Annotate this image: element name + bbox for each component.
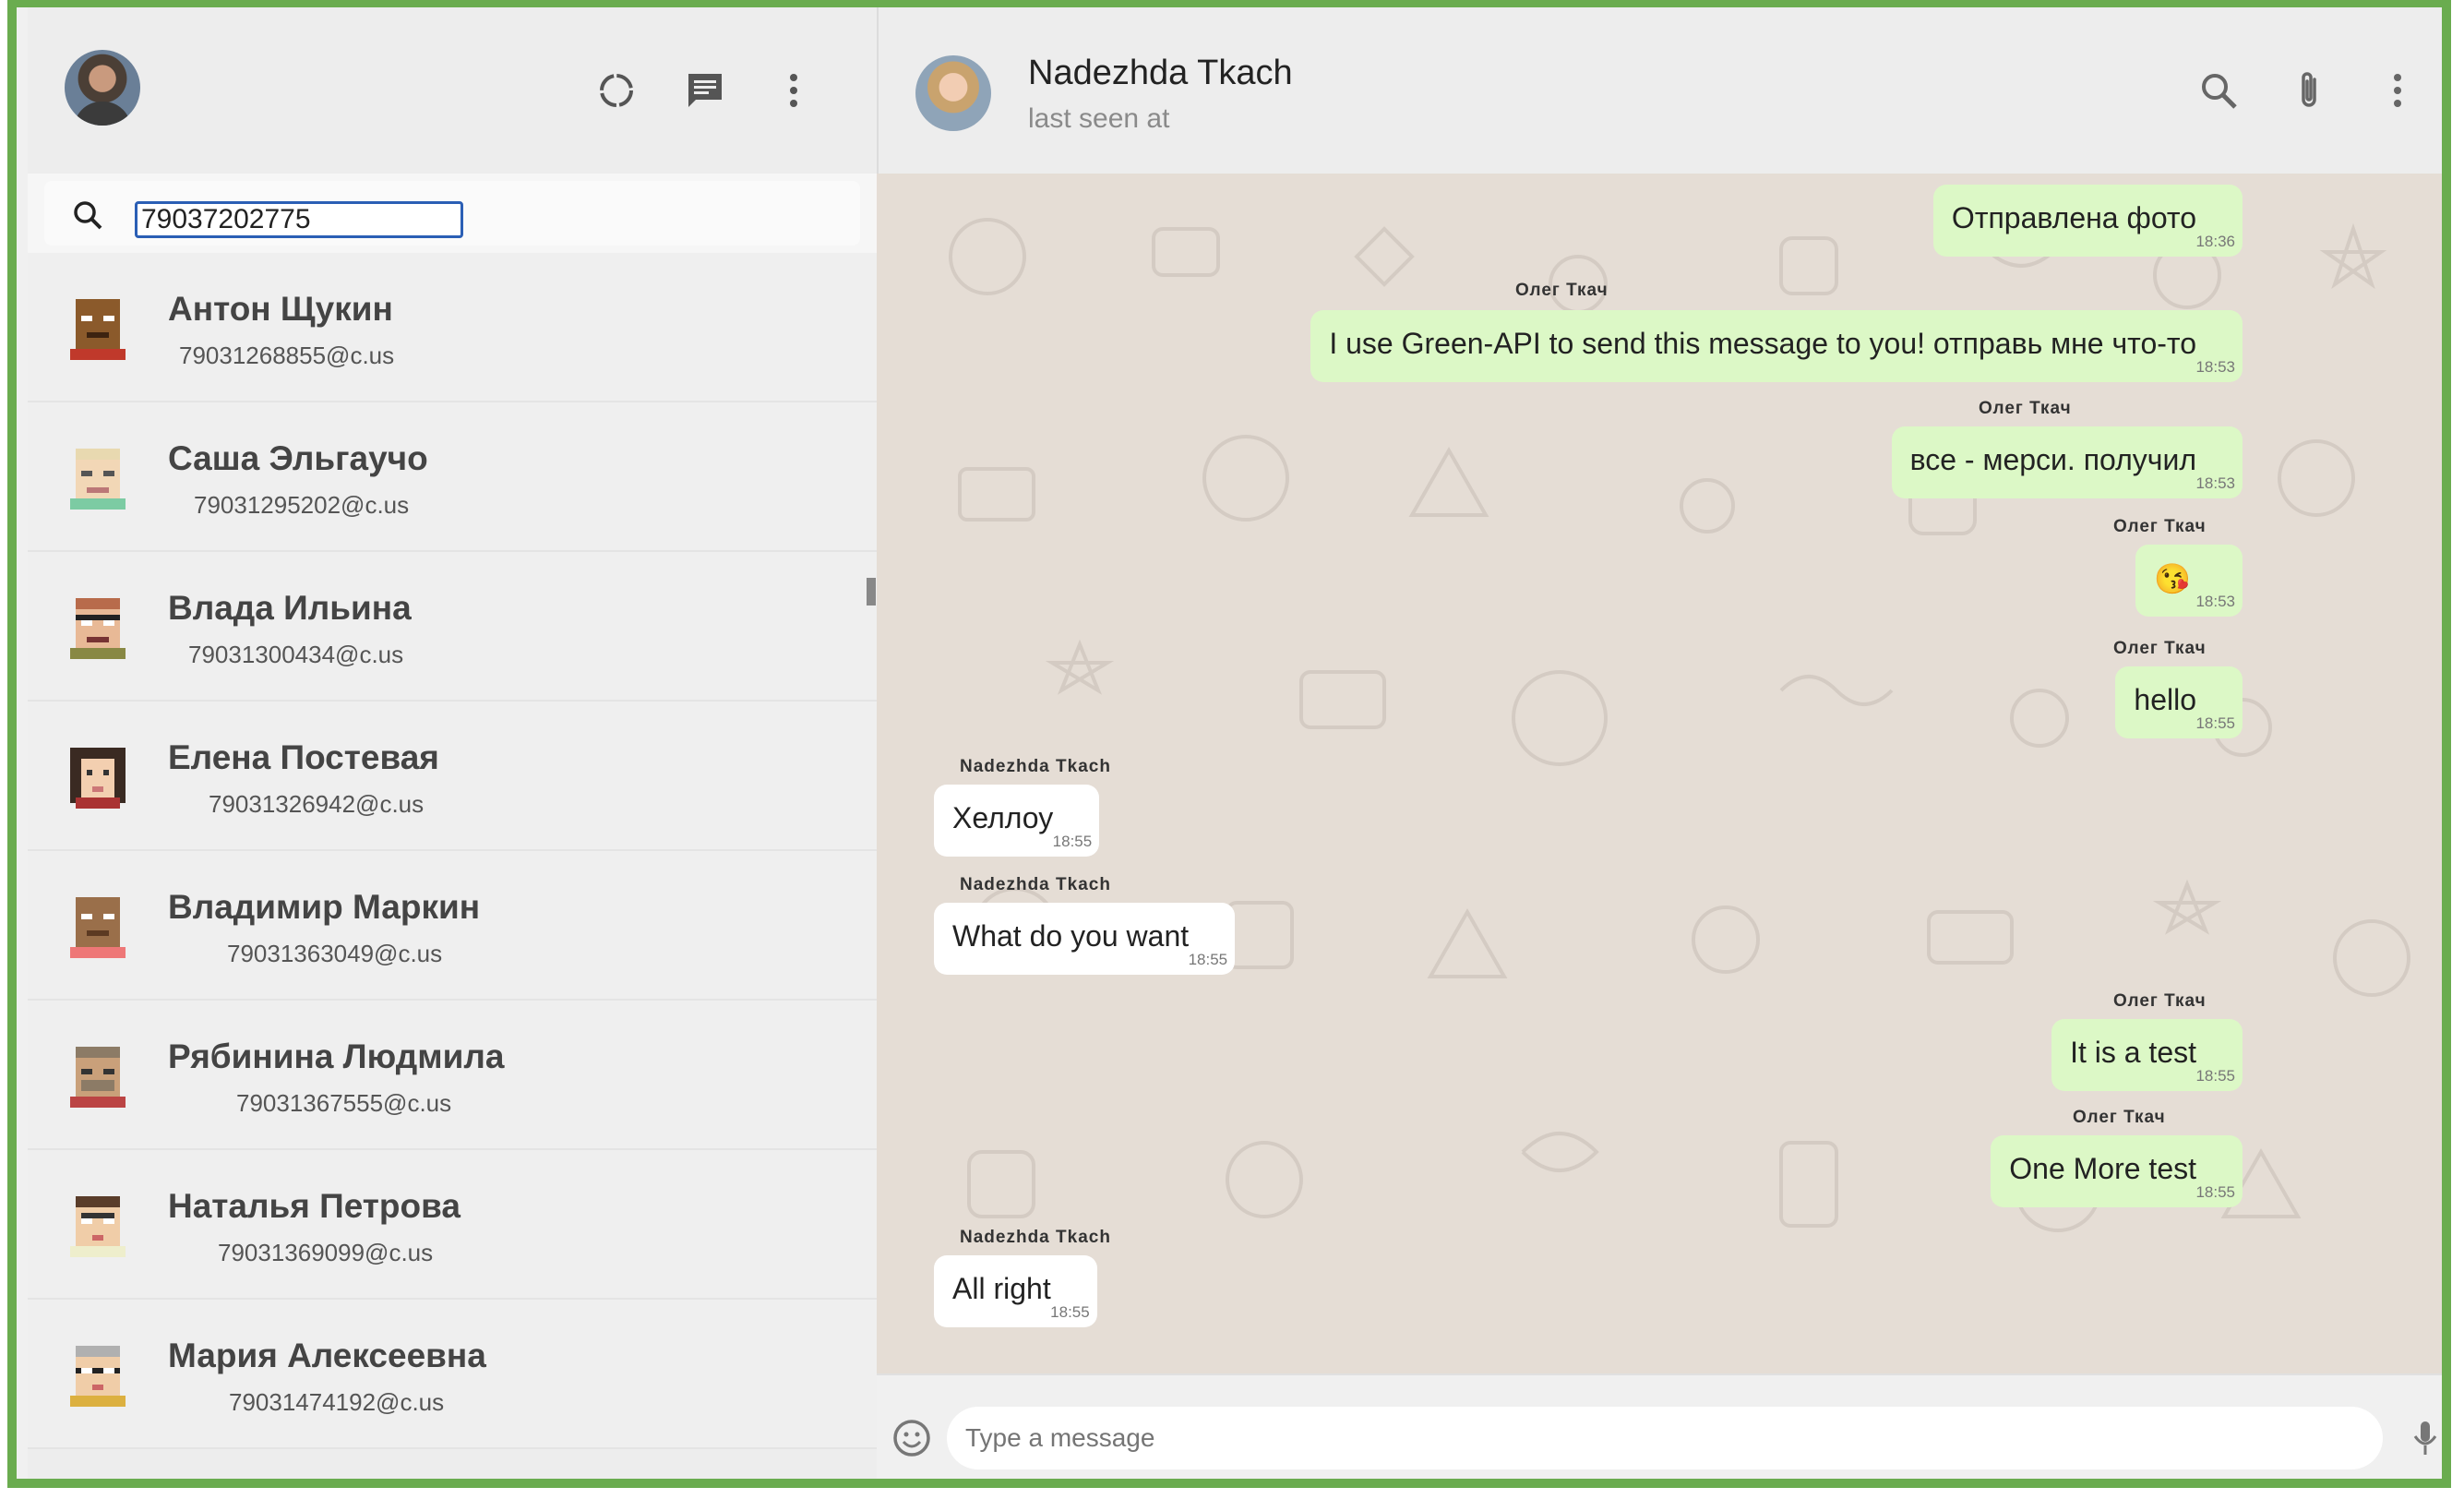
message-input[interactable] [947, 1407, 2383, 1469]
contact-id: 79031369099@c.us [218, 1239, 434, 1266]
contact-item[interactable]: Владимир Маркин 79031363049@c.us [28, 851, 877, 1001]
paperclip-icon[interactable] [2287, 68, 2331, 113]
peer-name: Nadezhda Tkach [1028, 54, 1293, 92]
message-time: 18:36 [2195, 233, 2235, 250]
message-time: 18:55 [1052, 833, 1093, 850]
contact-avatar [65, 443, 131, 510]
message-sender: Олег Ткач [2113, 639, 2207, 658]
sidebar: Антон Щукин 79031268855@c.us Саша Эльгау… [28, 7, 877, 1479]
message-sender: Олег Ткач [2113, 991, 2207, 1011]
message-time: 18:55 [1188, 951, 1228, 968]
message-sender: Nadezhda Tkach [960, 757, 1111, 776]
message-text: It is a test [2070, 1036, 2196, 1069]
message-text: What do you want [952, 919, 1190, 953]
contact-name: Влада Ильина [168, 589, 412, 627]
contact-id: 79031300434@c.us [188, 641, 404, 668]
contact-id: 79031474192@c.us [229, 1388, 445, 1416]
chat-panel: Nadezhda Tkach last seen at Отправлена ф… [877, 7, 2451, 1479]
status-icon[interactable] [594, 68, 639, 113]
message-bubble[interactable]: Хеллоу 18:55 [934, 785, 1100, 857]
search-input[interactable] [135, 201, 463, 238]
contact-name: Елена Постевая [168, 738, 439, 776]
message-bubble[interactable]: hello 18:55 [2115, 666, 2243, 738]
message-text: All right [952, 1272, 1051, 1305]
chat-scrollbar[interactable] [2449, 783, 2451, 1373]
message-sender: Олег Ткач [2073, 1108, 2166, 1127]
sidebar-header [28, 7, 877, 174]
contact-id: 79031363049@c.us [227, 940, 443, 967]
message-bubble[interactable]: все - мерси. получил 18:53 [1891, 426, 2243, 498]
message-time: 18:53 [2195, 358, 2235, 376]
contact-avatar [65, 593, 131, 659]
contact-item[interactable]: Антон Щукин 79031268855@c.us [28, 253, 877, 402]
message-sender: Nadezhda Tkach [960, 1228, 1111, 1247]
message-time: 18:55 [2195, 714, 2235, 732]
contact-item[interactable]: Рябинина Людмила 79031367555@c.us [28, 1001, 877, 1150]
menu-icon[interactable] [2375, 68, 2420, 113]
message-text: I use Green-API to send this message to … [1329, 327, 2196, 360]
message-text: One More test [2009, 1152, 2196, 1185]
message-bubble[interactable]: I use Green-API to send this message to … [1310, 310, 2243, 382]
message-area: Отправлена фото 18:36 Олег Ткач I use Gr… [877, 174, 2451, 1373]
message-sender: Олег Ткач [1979, 399, 2072, 418]
chat-icon[interactable] [683, 68, 727, 113]
message-text: Отправлена фото [1951, 201, 2196, 234]
contact-id: 79031295202@c.us [194, 491, 410, 519]
contact-name: Антон Щукин [168, 290, 393, 328]
contact-avatar [65, 294, 131, 360]
search-icon [72, 199, 103, 231]
search-box [44, 181, 860, 246]
menu-icon[interactable] [771, 68, 816, 113]
message-sender: Олег Ткач [1515, 281, 1609, 300]
contact-name: Владимир Маркин [168, 888, 481, 926]
contact-avatar [65, 1041, 131, 1108]
sidebar-scrollbar[interactable] [867, 578, 876, 606]
search-icon[interactable] [2196, 68, 2241, 113]
contact-id: 79031326942@c.us [209, 790, 425, 818]
composer [877, 1373, 2442, 1479]
mic-icon[interactable] [2405, 1418, 2442, 1458]
emoji-icon[interactable] [891, 1418, 932, 1458]
message-time: 18:55 [1050, 1303, 1090, 1321]
peer-avatar[interactable] [915, 55, 991, 131]
message-text: hello [2134, 683, 2196, 716]
contact-name: Мария Алексеевна [168, 1337, 486, 1374]
contact-item[interactable]: Наталья Петрова 79031369099@c.us [28, 1150, 877, 1300]
contact-item[interactable]: Влада Ильина 79031300434@c.us [28, 552, 877, 702]
contact-id: 79031367555@c.us [236, 1089, 452, 1117]
contact-item[interactable]: Елена Постевая 79031326942@c.us [28, 702, 877, 851]
message-bubble[interactable]: Отправлена фото 18:36 [1932, 185, 2243, 257]
message-sender: Олег Ткач [2113, 517, 2207, 536]
message-bubble[interactable]: One More test 18:55 [1991, 1135, 2243, 1207]
search-bar [28, 174, 877, 253]
contact-id: 79031268855@c.us [179, 342, 395, 369]
contact-item[interactable]: Саша Эльгаучо 79031295202@c.us [28, 402, 877, 552]
message-time: 18:55 [2195, 1183, 2235, 1201]
message-time: 18:53 [2195, 474, 2235, 492]
contact-list: Антон Щукин 79031268855@c.us Саша Эльгау… [28, 253, 877, 1479]
contact-avatar [65, 742, 131, 809]
message-text: все - мерси. получил [1909, 443, 2196, 476]
message-bubble[interactable]: 😘 18:53 [2135, 545, 2243, 617]
app-frame: Антон Щукин 79031268855@c.us Саша Эльгау… [7, 0, 2451, 1488]
message-bubble[interactable]: It is a test 18:55 [2051, 1019, 2243, 1091]
message-bubble[interactable]: All right 18:55 [934, 1255, 1097, 1327]
chat-header: Nadezhda Tkach last seen at [877, 7, 2442, 174]
contact-avatar [65, 1340, 131, 1407]
contact-avatar [65, 892, 131, 958]
my-avatar[interactable] [65, 50, 140, 126]
message-bubble[interactable]: What do you want 18:55 [934, 903, 1236, 975]
contact-avatar [65, 1191, 131, 1257]
contact-name: Наталья Петрова [168, 1187, 461, 1225]
message-text: 😘 [2154, 562, 2191, 595]
message-sender: Nadezhda Tkach [960, 875, 1111, 894]
peer-status: last seen at [1028, 103, 1170, 134]
contact-name: Саша Эльгаучо [168, 439, 428, 477]
message-text: Хеллоу [952, 801, 1054, 834]
contact-item[interactable]: Мария Алексеевна 79031474192@c.us [28, 1300, 877, 1449]
message-time: 18:55 [2195, 1067, 2235, 1085]
contact-name: Рябинина Людмила [168, 1037, 505, 1075]
message-time: 18:53 [2195, 593, 2235, 610]
